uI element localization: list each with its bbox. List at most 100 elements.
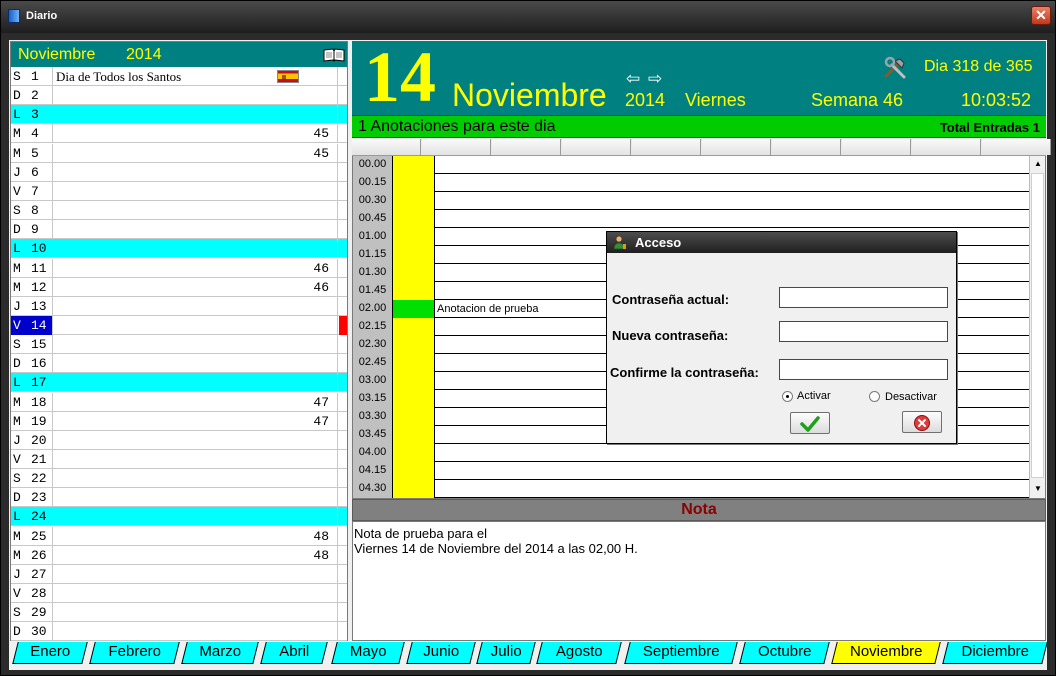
day-row[interactable]: M 4 45 <box>11 124 347 144</box>
appointment-text[interactable]: Anotacion de prueba <box>437 303 539 315</box>
column-header-cell[interactable] <box>772 139 841 155</box>
day-row[interactable]: J 27 <box>11 564 347 584</box>
day-row[interactable]: L 17 <box>11 373 347 393</box>
tab-junio[interactable]: Junio <box>406 642 476 664</box>
day-row[interactable]: D2 <box>11 86 347 106</box>
time-label: 01.00 <box>353 228 393 246</box>
scroll-thumb[interactable] <box>1031 173 1044 478</box>
column-header-cell[interactable] <box>492 139 561 155</box>
month-year: 2014 <box>126 46 162 63</box>
cancel-button[interactable] <box>902 411 942 433</box>
day-row[interactable]: V 21 <box>11 450 347 469</box>
tab-marzo[interactable]: Marzo <box>181 642 259 664</box>
column-header-cell[interactable] <box>352 139 421 155</box>
day-row[interactable]: M 11 46 <box>11 258 347 278</box>
day-row[interactable]: M 12 46 <box>11 277 347 297</box>
day-number: 23 <box>31 490 47 506</box>
slot-marker <box>393 390 435 408</box>
day-number: 28 <box>31 586 47 602</box>
current-password-input[interactable] <box>779 287 948 308</box>
window-title: Diario <box>26 10 58 22</box>
day-of-year: Dia 318 de 365 <box>924 58 1033 75</box>
column-header-cell[interactable] <box>562 139 631 155</box>
time-slot-row[interactable]: 04.15 <box>353 462 1029 480</box>
day-number: 9 <box>31 222 39 238</box>
day-row[interactable]: V7 <box>11 181 347 201</box>
tab-enero[interactable]: Enero <box>12 642 88 664</box>
note-text-area[interactable]: Nota de prueba para el Viernes 14 de Nov… <box>352 521 1046 641</box>
app-window: Diario ✕ Noviembre 2014 S 1 Dia de Todos l… <box>0 0 1056 676</box>
day-row[interactable]: M 18 47 <box>11 392 347 412</box>
column-header-cell[interactable] <box>702 139 771 155</box>
time-label: 02.15 <box>353 318 393 336</box>
day-row[interactable]: M 26 48 <box>11 545 347 565</box>
column-header-cell[interactable] <box>912 139 981 155</box>
column-header-cell[interactable] <box>842 139 911 155</box>
column-divider <box>52 564 53 584</box>
prev-day-arrow-icon[interactable]: ⇦ <box>626 69 640 89</box>
slot-marker <box>393 462 435 480</box>
day-row[interactable]: L 10 <box>11 239 347 259</box>
day-row[interactable]: S8 <box>11 201 347 221</box>
deactivate-radio[interactable] <box>869 391 880 402</box>
time-slot-row[interactable]: 00.00 <box>353 156 1029 174</box>
vertical-scrollbar[interactable]: ▲ ▼ <box>1029 156 1045 498</box>
confirm-password-input[interactable] <box>779 359 948 380</box>
day-row[interactable]: D9 <box>11 220 347 240</box>
day-row[interactable]: M 19 47 <box>11 411 347 431</box>
ok-button[interactable] <box>790 412 830 434</box>
day-row[interactable]: L 24 <box>11 507 347 527</box>
day-number: 21 <box>31 452 47 467</box>
time-slot-row[interactable]: 00.15 <box>353 174 1029 192</box>
next-day-arrow-icon[interactable]: ⇨ <box>648 69 662 89</box>
column-header-cell[interactable] <box>632 139 701 155</box>
day-letter: M <box>13 126 21 142</box>
tab-septiembre[interactable]: Septiembre <box>624 642 738 664</box>
time-slot-row[interactable]: 00.45 <box>353 210 1029 228</box>
dialog-title-bar[interactable]: Acceso <box>607 232 956 253</box>
time-slot-row[interactable]: 04.00 <box>353 444 1029 462</box>
day-row[interactable]: S 15 <box>11 335 347 355</box>
day-row[interactable]: D 30 <box>11 622 347 641</box>
day-row[interactable]: V 14 <box>11 315 347 335</box>
day-row[interactable]: D 16 <box>11 354 347 374</box>
day-row[interactable]: J 20 <box>11 430 347 450</box>
day-number: 29 <box>31 605 47 621</box>
tab-mayo[interactable]: Mayo <box>331 642 405 664</box>
tab-noviembre[interactable]: Noviembre <box>831 642 941 664</box>
tab-diciembre[interactable]: Diciembre <box>942 642 1048 664</box>
day-row[interactable]: S 29 <box>11 603 347 623</box>
time-slot-row[interactable]: 00.30 <box>353 192 1029 210</box>
day-number: 6 <box>31 164 39 180</box>
day-row[interactable]: L3 <box>11 105 347 125</box>
day-row[interactable]: S 1 Dia de Todos los Santos <box>11 67 347 86</box>
title-bar[interactable]: Diario ✕ <box>1 1 1055 33</box>
tab-agosto[interactable]: Agosto <box>536 642 622 664</box>
tab-octubre[interactable]: Octubre <box>739 642 830 664</box>
open-book-icon[interactable] <box>323 48 345 62</box>
month-day-list-panel: Noviembre 2014 S 1 Dia de Todos los Santos… <box>10 41 348 641</box>
day-row[interactable]: V 28 <box>11 584 347 604</box>
tab-julio[interactable]: Julio <box>476 642 536 664</box>
tools-icon[interactable] <box>882 56 908 80</box>
day-row[interactable]: M 5 45 <box>11 143 347 163</box>
activate-radio[interactable] <box>782 391 793 402</box>
time-slot-row[interactable]: 04.30 <box>353 480 1029 498</box>
scroll-up-icon[interactable]: ▲ <box>1030 156 1045 172</box>
close-button[interactable]: ✕ <box>1031 6 1051 25</box>
day-row[interactable]: J6 <box>11 162 347 182</box>
tab-febrero[interactable]: Febrero <box>89 642 180 664</box>
column-header-cell[interactable] <box>982 139 1051 155</box>
new-password-input[interactable] <box>779 321 948 342</box>
column-header-cell[interactable] <box>422 139 491 155</box>
scroll-down-icon[interactable]: ▼ <box>1030 481 1045 497</box>
day-row[interactable]: M 25 48 <box>11 526 347 546</box>
day-row[interactable]: D 23 <box>11 488 347 508</box>
day-row[interactable]: S 22 <box>11 469 347 489</box>
time-label: 01.15 <box>353 246 393 264</box>
tab-label: Junio <box>423 643 460 660</box>
column-divider <box>52 507 53 526</box>
tab-abril[interactable]: Abril <box>260 642 328 664</box>
day-number: 14 <box>364 37 436 117</box>
day-row[interactable]: J 13 <box>11 296 347 316</box>
